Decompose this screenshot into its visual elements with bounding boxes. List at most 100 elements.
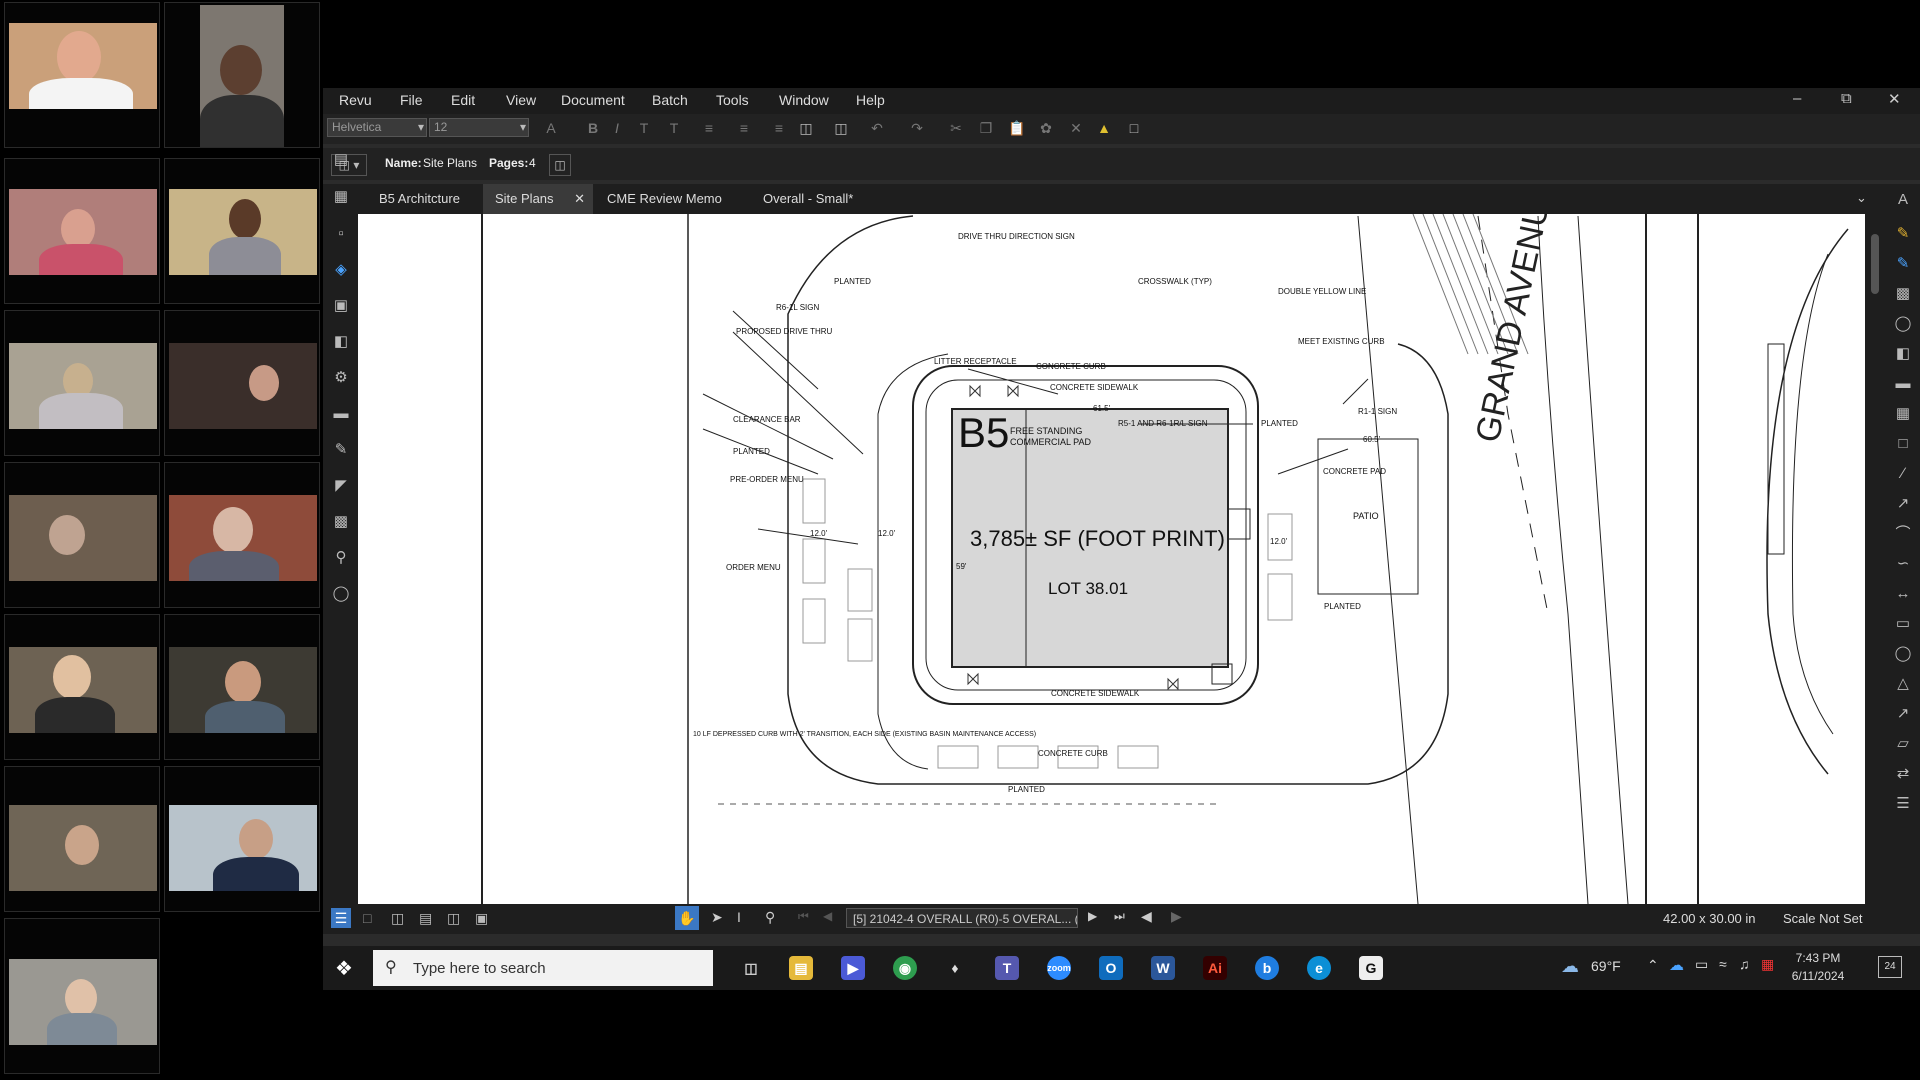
area-measure-icon[interactable]: ▱ [1893, 734, 1913, 754]
google-icon[interactable]: G [1359, 956, 1383, 980]
tag-icon[interactable]: ◤ [331, 476, 351, 496]
calibrate-icon[interactable]: ☰ [1893, 794, 1913, 814]
line-icon[interactable]: ∕ [1893, 464, 1913, 484]
gear-icon[interactable]: ⚙ [331, 368, 351, 388]
extract-page-icon[interactable]: ◫ [833, 120, 849, 136]
participant-video[interactable] [164, 614, 320, 760]
tab-cme-review-memo[interactable]: CME Review Memo [595, 184, 734, 214]
participant-video[interactable] [164, 158, 320, 304]
select-text-icon[interactable]: I [737, 909, 741, 925]
participant-video[interactable] [4, 462, 160, 608]
tab-overall-small[interactable]: Overall - Small* [751, 184, 865, 214]
weather-cloud-icon[interactable]: ☁ [1561, 956, 1579, 977]
acrobat-icon[interactable]: Ai [1203, 956, 1227, 980]
clock-time[interactable]: 7:43 PM [1783, 951, 1853, 965]
app-icon[interactable]: ♦ [943, 956, 967, 980]
format-painter-icon[interactable]: ✿ [1038, 120, 1054, 136]
next-view-icon[interactable]: ▶ [1171, 908, 1182, 925]
tray-chevron-icon[interactable]: ⌃ [1647, 957, 1659, 974]
note-icon[interactable]: ◧ [1893, 344, 1913, 364]
polygon-icon[interactable]: △ [1893, 674, 1913, 694]
vertical-scrollbar[interactable] [1865, 214, 1885, 904]
thumbnails-panel-icon[interactable]: ▤ [331, 150, 351, 170]
participant-video[interactable] [4, 2, 160, 148]
crop-icon[interactable]: □ [1126, 120, 1142, 136]
participant-video[interactable] [4, 918, 160, 1074]
page-setup-icon[interactable]: ◫ [549, 154, 571, 176]
ellipse-icon[interactable]: ◯ [1893, 644, 1913, 664]
markups-list-icon[interactable]: ◧ [331, 332, 351, 352]
tab-b5-architcture[interactable]: B5 Architcture [367, 184, 472, 214]
split-vertical-icon[interactable]: ◫ [391, 910, 404, 927]
search-icon[interactable]: ⚲ [331, 548, 351, 568]
dimension-icon[interactable]: ↔ [1893, 584, 1913, 604]
menu-batch[interactable]: Batch [652, 92, 688, 108]
menu-revu[interactable]: Revu [339, 92, 372, 108]
pan-hand-icon[interactable]: ✋ [675, 906, 699, 930]
grid-panel-icon[interactable]: ▦ [331, 187, 351, 207]
callout-icon[interactable]: ▩ [1893, 284, 1913, 304]
wifi-icon[interactable]: ≈ [1719, 956, 1727, 972]
tabs-overflow-chevron-icon[interactable]: ⌄ [1856, 190, 1867, 206]
notifications-badge[interactable]: 24 [1878, 956, 1902, 978]
stamp-icon[interactable]: ▬ [1893, 374, 1913, 394]
text-box-icon[interactable]: A [1893, 190, 1913, 210]
studio-icon[interactable]: ▩ [331, 512, 351, 532]
rectangle-icon[interactable]: ▭ [1893, 614, 1913, 634]
align-right-icon[interactable]: ≡ [771, 120, 787, 136]
scroll-thumb[interactable] [1871, 234, 1879, 294]
italic-icon[interactable]: I [609, 120, 625, 136]
length-measure-icon[interactable]: ↗ [1893, 704, 1913, 724]
edge-icon[interactable]: e [1307, 956, 1331, 980]
taskbar-search-box[interactable]: ⚲ Type here to search [373, 950, 713, 986]
font-family-select[interactable]: Helvetica ▾ [327, 118, 427, 137]
weather-temp[interactable]: 69°F [1591, 958, 1621, 974]
onedrive-icon[interactable]: ☁ [1669, 956, 1684, 974]
word-icon[interactable]: W [1151, 956, 1175, 980]
compare-icon[interactable]: ▣ [475, 910, 488, 927]
drawing-canvas[interactable]: B5 FREE STANDING COMMERCIAL PAD 3,785± S… [358, 214, 1865, 904]
menu-window[interactable]: Window [779, 92, 829, 108]
close-icon[interactable]: ✕ [1888, 90, 1901, 108]
participant-video[interactable] [4, 766, 160, 912]
signatures-icon[interactable]: ✎ [331, 440, 351, 460]
menu-file[interactable]: File [400, 92, 423, 108]
scale-status[interactable]: Scale Not Set [1783, 911, 1863, 926]
delete-icon[interactable]: ✕ [1068, 120, 1084, 136]
list-view-icon[interactable]: ☰ [331, 908, 351, 928]
cut-icon[interactable]: ✂ [948, 120, 964, 136]
bookmarks-icon[interactable]: ▫ [331, 224, 351, 244]
menu-view[interactable]: View [506, 92, 536, 108]
layers-icon[interactable]: ◈ [331, 260, 351, 280]
single-page-icon[interactable]: □ [363, 910, 371, 926]
participant-video[interactable] [164, 2, 320, 148]
align-left-icon[interactable]: ≡ [701, 120, 717, 136]
underline-icon[interactable]: T [636, 120, 652, 136]
count-measure-icon[interactable]: ⇄ [1893, 764, 1913, 784]
bold-icon[interactable]: B [585, 120, 601, 136]
zoom-icon[interactable]: ⚲ [765, 909, 775, 926]
participant-video[interactable] [164, 462, 320, 608]
insert-page-icon[interactable]: ◫ [798, 120, 814, 136]
task-view-icon[interactable]: ◫ [739, 956, 763, 980]
image-icon[interactable]: ▦ [1893, 404, 1913, 424]
minimize-icon[interactable]: – [1793, 90, 1801, 107]
align-center-icon[interactable]: ≡ [736, 120, 752, 136]
previous-view-icon[interactable]: ◀ [1141, 908, 1152, 925]
page-navigator[interactable]: [5] 21042-4 OVERALL (R0)-5 OVERAL... (1 … [846, 908, 1078, 928]
participant-video[interactable] [4, 614, 160, 760]
polyline-icon[interactable]: ∽ [1893, 554, 1913, 574]
next-page-icon[interactable]: ▶ [1088, 909, 1097, 923]
redo-icon[interactable]: ↷ [909, 120, 925, 136]
split-horizontal-icon[interactable]: ▤ [419, 910, 432, 927]
last-page-icon[interactable]: ⏭ [1114, 909, 1125, 924]
snapshot-icon[interactable]: □ [1893, 434, 1913, 454]
cloud-icon[interactable]: ◯ [1893, 314, 1913, 334]
menu-document[interactable]: Document [561, 92, 625, 108]
strikethrough-icon[interactable]: T [666, 120, 682, 136]
zoom-app-icon[interactable]: zoom [1047, 956, 1071, 980]
prev-page-icon[interactable]: ◀ [823, 909, 832, 923]
file-explorer-icon[interactable]: ▤ [789, 956, 813, 980]
font-color-icon[interactable]: A [543, 120, 559, 136]
arrow-icon[interactable]: ↗ [1893, 494, 1913, 514]
